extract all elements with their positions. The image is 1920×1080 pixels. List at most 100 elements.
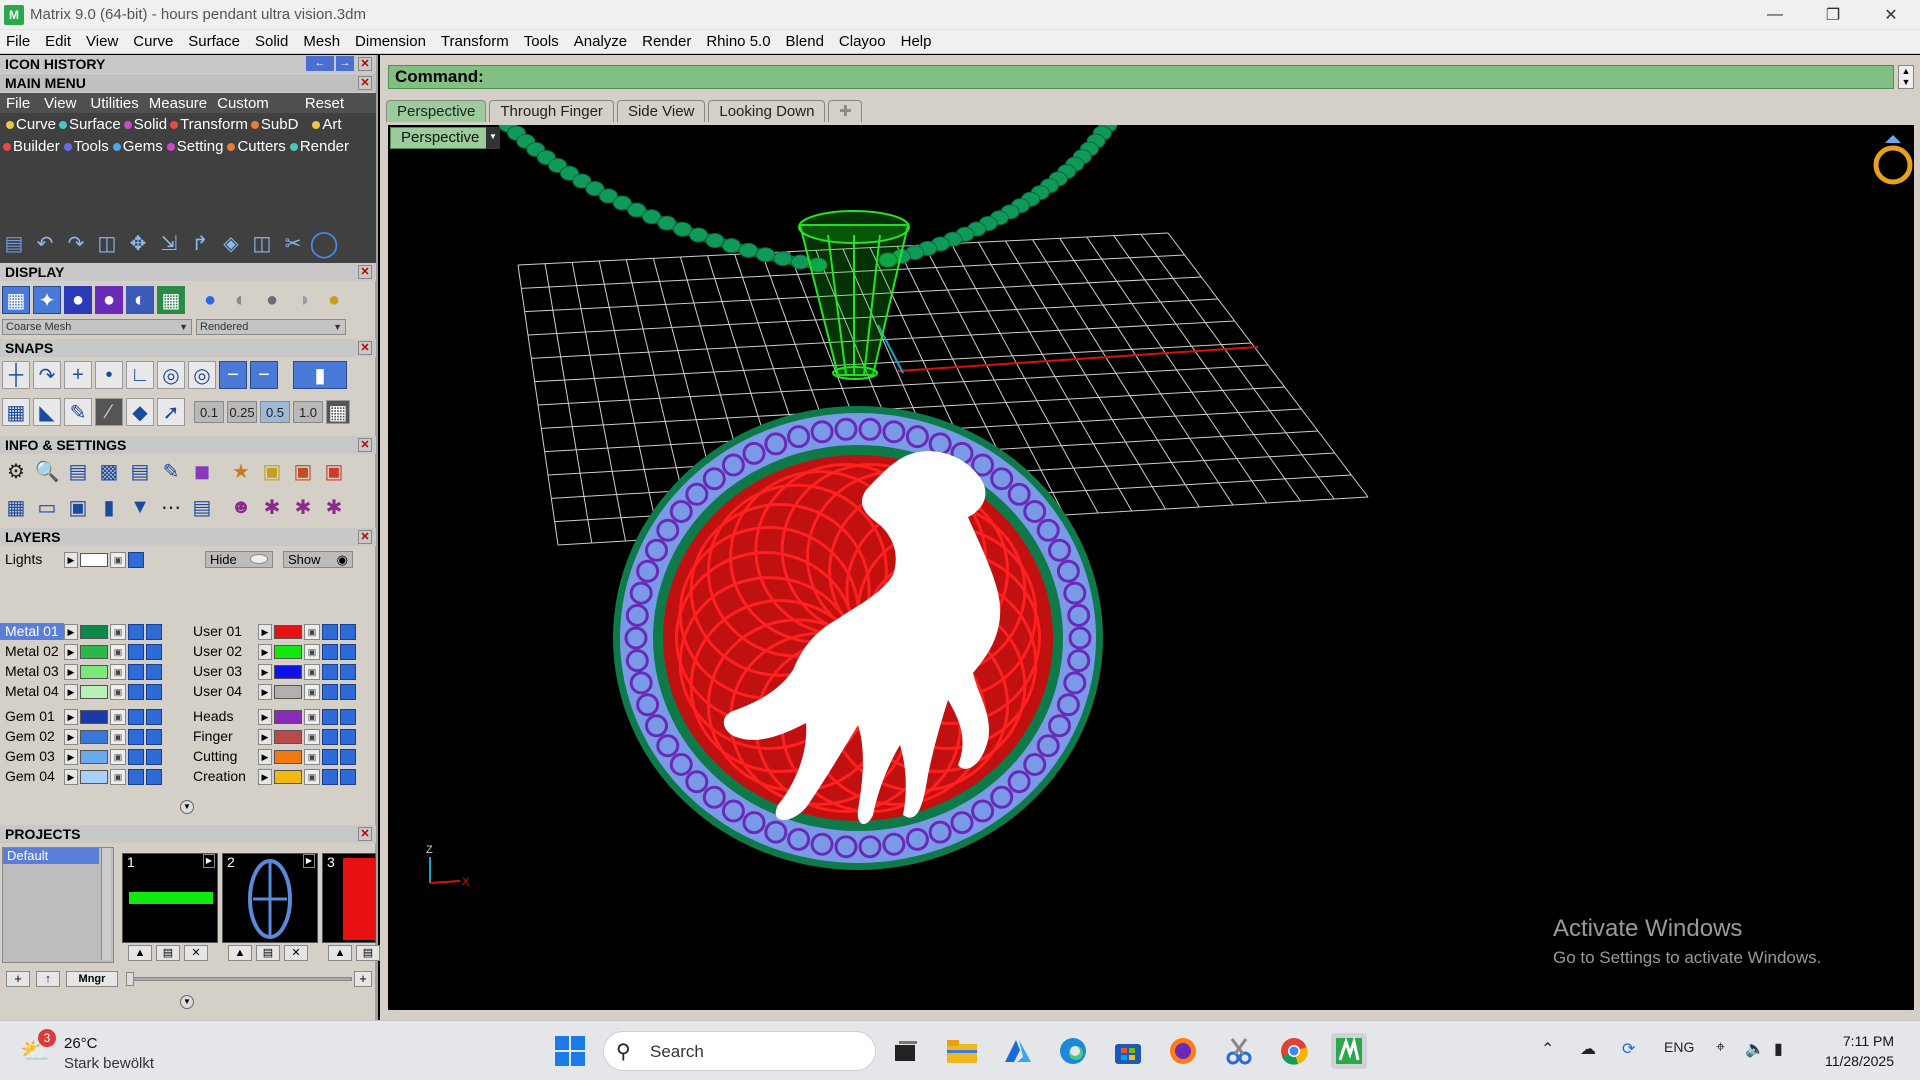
layer-name[interactable]: Gem 03	[0, 748, 64, 765]
close-icon[interactable]: ✕	[358, 76, 372, 90]
tab-side-view[interactable]: Side View	[616, 100, 706, 122]
mm-file[interactable]: File	[6, 95, 30, 112]
select-icon[interactable]	[340, 643, 356, 660]
windows-start-icon[interactable]	[553, 1034, 587, 1068]
snap-tan-icon[interactable]: −	[219, 361, 247, 389]
manager-button[interactable]: Mngr	[66, 971, 118, 987]
select-icon[interactable]	[340, 663, 356, 680]
layer-name[interactable]: Metal 03	[0, 663, 64, 680]
lock-icon[interactable]: ▣	[110, 728, 126, 745]
tab-through-finger[interactable]: Through Finger	[489, 100, 614, 122]
play-icon[interactable]: ▶	[303, 854, 315, 868]
expand-icon[interactable]: ▶	[258, 748, 272, 765]
save-icon[interactable]: ▤	[256, 945, 280, 961]
layer-row[interactable]: Gem 04 ▶ ▣	[0, 767, 162, 786]
layer-row[interactable]: Gem 02 ▶ ▣	[0, 727, 162, 746]
expand-icon[interactable]: ▶	[64, 551, 78, 568]
layer-name[interactable]: Cutting	[188, 748, 258, 765]
snap-center-icon[interactable]: ◎	[157, 361, 185, 389]
layer-row[interactable]: Metal 02 ▶ ▣	[0, 642, 162, 661]
chevron-down-icon[interactable]: ▼	[486, 127, 500, 149]
collapse-toggle-icon[interactable]: ▼	[180, 995, 194, 1009]
visibility-icon[interactable]	[322, 728, 338, 745]
layer-row[interactable]: Metal 03 ▶ ▣	[0, 662, 162, 681]
mirror-tool-icon[interactable]: ◫	[248, 229, 276, 257]
cut-tool-icon[interactable]: ✂	[279, 229, 307, 257]
layer-name[interactable]: Gem 04	[0, 768, 64, 785]
pencil-snap-icon[interactable]: ✎	[64, 398, 92, 426]
gumball-icon[interactable]: ➚	[157, 398, 185, 426]
command-bar[interactable]: Command:	[388, 65, 1894, 89]
split-tool-icon[interactable]: ◫	[93, 229, 121, 257]
expand-icon[interactable]: ▶	[64, 683, 78, 700]
select-icon[interactable]	[146, 708, 162, 725]
mm-gems[interactable]: Gems	[112, 138, 163, 155]
material-gold-icon[interactable]: ●	[320, 286, 348, 314]
lock-icon[interactable]: ▣	[110, 623, 126, 640]
menu-view[interactable]: View	[86, 33, 118, 50]
lock-icon[interactable]: ▣	[304, 728, 320, 745]
filter-icon[interactable]: ▼	[126, 493, 154, 521]
layers-stack-icon[interactable]: ▤	[64, 457, 92, 485]
cloud-off-icon[interactable]: ☁	[1580, 1039, 1596, 1059]
snap-mid-icon[interactable]: •	[95, 361, 123, 389]
menu-blend[interactable]: Blend	[786, 33, 824, 50]
layer-row[interactable]: Gem 01 ▶ ▣	[0, 707, 162, 726]
menu-surface[interactable]: Surface	[188, 33, 240, 50]
mm-cutters[interactable]: Cutters	[227, 138, 286, 155]
lock-icon[interactable]: ▣	[304, 623, 320, 640]
snap-value-0-5[interactable]: 0.5	[260, 401, 290, 423]
menu-dimension[interactable]: Dimension	[355, 33, 426, 50]
mm-custom[interactable]: Custom	[217, 95, 269, 112]
menu-edit[interactable]: Edit	[45, 33, 71, 50]
move-up-icon[interactable]: ↑	[36, 971, 60, 987]
hide-button[interactable]: Hide	[205, 551, 273, 568]
layer-name[interactable]: User 04	[188, 683, 258, 700]
sync-icon[interactable]: ⟳	[1622, 1039, 1635, 1059]
cylinder-icon[interactable]: ▮	[95, 493, 123, 521]
material-silver-icon[interactable]: ●	[258, 286, 286, 314]
expand-icon[interactable]: ▶	[258, 663, 272, 680]
fan-tool-icon[interactable]: ↱	[186, 229, 214, 257]
visibility-icon[interactable]	[128, 663, 144, 680]
layer-color-swatch[interactable]	[80, 624, 108, 639]
mm-tools[interactable]: Tools	[63, 138, 109, 155]
delete-icon[interactable]: ✕	[184, 945, 208, 961]
visibility-icon[interactable]	[128, 551, 144, 568]
mm-render[interactable]: Render	[289, 138, 349, 155]
layer-color-swatch[interactable]	[80, 709, 108, 724]
mesh-quality-select[interactable]: Coarse Mesh ▼	[2, 319, 192, 335]
monitor-icon[interactable]: ▭	[33, 493, 61, 521]
close-icon[interactable]: ✕	[358, 265, 372, 279]
menu-rhino[interactable]: Rhino 5.0	[706, 33, 770, 50]
snipping-tool-icon[interactable]	[1221, 1033, 1257, 1069]
store-icon[interactable]	[1110, 1033, 1146, 1069]
weather-widget[interactable]: ⛅ 3 26°C Stark bewölkt	[20, 1029, 190, 1073]
project-thumbnail-2[interactable]: 2 ▶	[222, 853, 318, 943]
layer-tool-icon[interactable]: ▤	[0, 229, 28, 257]
wireframe-icon[interactable]: ▦	[2, 286, 30, 314]
visibility-icon[interactable]	[128, 748, 144, 765]
select-icon[interactable]	[340, 623, 356, 640]
snap-perp-icon[interactable]: ∟	[126, 361, 154, 389]
expand-icon[interactable]: ▶	[64, 748, 78, 765]
menu-clayoo[interactable]: Clayoo	[839, 33, 886, 50]
taskbar-search[interactable]: ⚲ Search	[603, 1031, 876, 1071]
layer-color-swatch[interactable]	[274, 664, 302, 679]
visibility-icon[interactable]	[322, 768, 338, 785]
select-icon[interactable]	[340, 768, 356, 785]
expand-icon[interactable]: ▶	[64, 643, 78, 660]
visibility-icon[interactable]	[322, 623, 338, 640]
zoom-icon[interactable]: 🔍	[33, 457, 61, 485]
expand-icon[interactable]: ▶	[258, 643, 272, 660]
menu-help[interactable]: Help	[901, 33, 932, 50]
lock-icon[interactable]: ▣	[304, 748, 320, 765]
render-run-icon[interactable]: ✱	[289, 493, 317, 521]
snap-value-0-25[interactable]: 0.25	[227, 401, 257, 423]
layer-name[interactable]: Metal 04	[0, 683, 64, 700]
chevron-up-icon[interactable]: ⌃	[1541, 1039, 1554, 1059]
add-tab-icon[interactable]: ✚	[828, 100, 863, 122]
layer-color-swatch[interactable]	[80, 729, 108, 744]
layer-color-swatch[interactable]	[80, 769, 108, 784]
smart-track-icon[interactable]: ∕	[95, 398, 123, 426]
